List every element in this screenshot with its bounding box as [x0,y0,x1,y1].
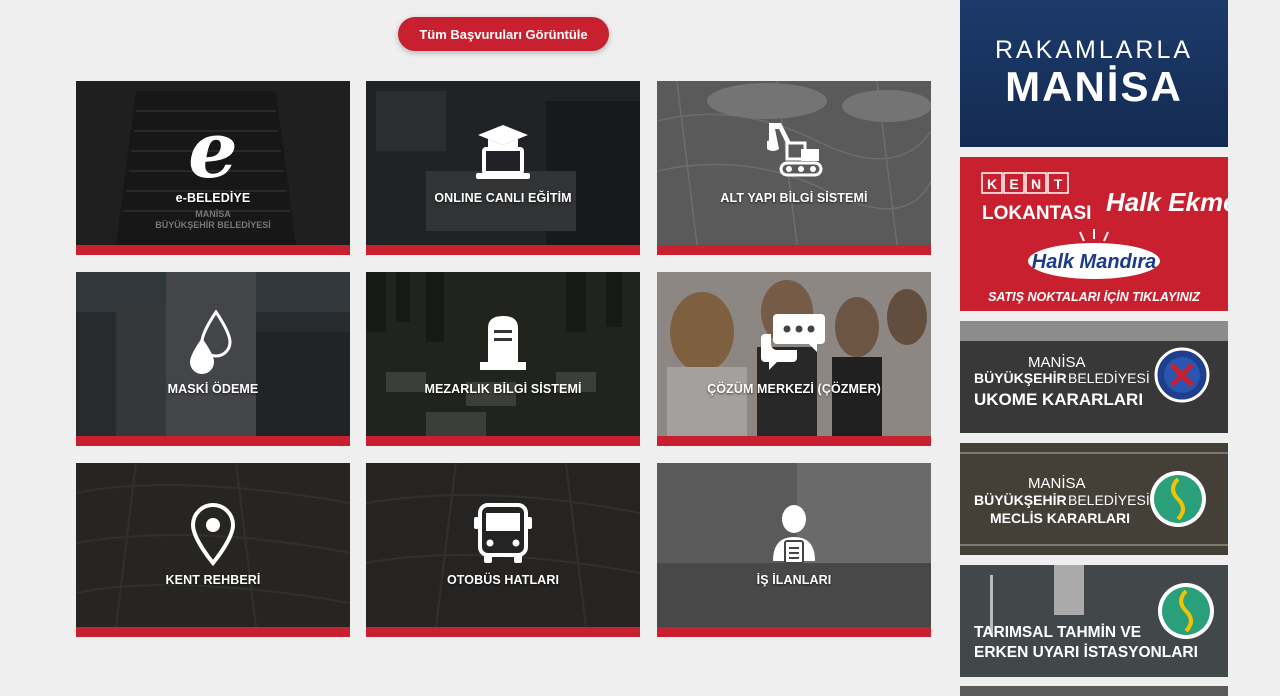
tile-cozum-merkezi[interactable]: ÇÖZÜM MERKEZİ (ÇÖZMER) [657,272,931,446]
water-drops-icon [190,310,232,374]
tile-mezarlik-bilgi-sistemi[interactable]: MEZARLIK BİLGİ SİSTEMİ [366,272,640,446]
banner-text: MECLİS KARARLARI [990,510,1130,526]
tile-online-canli-egitim[interactable]: ONLINE CANLI EĞİTİM [366,81,640,255]
banner-partial[interactable] [960,686,1228,696]
banner-text: MANİSA [1005,63,1183,110]
banner-text: RAKAMLARLA [995,36,1193,64]
e-letter-icon: e [188,119,238,185]
tile-label: MASKİ ÖDEME [167,382,259,396]
gravestone-icon [480,316,526,370]
svg-text:K: K [987,176,997,192]
svg-text:BELEDİYESİ: BELEDİYESİ [1068,491,1150,508]
view-all-applications-button[interactable]: Tüm Başvuruları Görüntüle [398,17,609,51]
svg-text:BELEDİYESİ: BELEDİYESİ [1068,369,1150,386]
tile-alt-yapi-bilgi-sistemi[interactable]: ALT YAPI BİLGİ SİSTEMİ [657,81,931,255]
banner-text: LOKANTASI [982,203,1091,224]
banner-cta: SATIŞ NOKTALARI İÇİN TIKLAYINIZ [988,289,1201,304]
banner-text: MANİSA [1028,353,1086,371]
svg-text:T: T [1054,176,1063,192]
tile-label: ALT YAPI BİLGİ SİSTEMİ [720,191,868,205]
banner-text: Halk Mandıra [1032,251,1156,273]
tile-label: e-BELEDİYE [175,191,251,205]
chat-bubbles-icon [761,314,825,370]
tile-e-belediye[interactable]: e e-BELEDİYE MANİSA BÜYÜKŞEHİR BELEDİYES… [76,81,350,255]
svg-text:N: N [1031,176,1041,192]
banner-text: UKOME KARARLARI [974,390,1143,409]
excavator-icon [767,123,823,177]
svg-text:BÜYÜKŞEHİR: BÜYÜKŞEHİR [974,370,1067,386]
tile-kent-rehberi[interactable]: KENT REHBERİ [76,463,350,637]
banner-text: MANİSA [1028,474,1086,492]
banner-ukome-kararlari[interactable]: MANİSA BÜYÜKŞEHİR BELEDİYESİ UKOME KARAR… [960,321,1228,433]
banner-text: Halk Ekmek [1106,187,1228,217]
svg-text:e: e [188,119,238,185]
svg-text:E: E [1009,176,1018,192]
tile-label: KENT REHBERİ [165,573,261,587]
tile-label: ONLINE CANLI EĞİTİM [434,191,572,205]
svg-text:BÜYÜKŞEHİR: BÜYÜKŞEHİR [974,492,1067,508]
tile-label: OTOBÜS HATLARI [446,573,560,587]
bus-icon [474,503,532,563]
banner-text: TARIMSAL TAHMİN VE [974,624,1141,641]
tile-label: İŞ İLANLARI [756,573,832,587]
banner-rakamlarla-manisa[interactable]: RAKAMLARLA MANİSA [960,0,1228,147]
banner-tarimsal-tahmin[interactable]: TARIMSAL TAHMİN VE ERKEN UYARI İSTASYONL… [960,565,1228,677]
tile-otobus-hatlari[interactable]: OTOBÜS HATLARI [366,463,640,637]
tile-label: ÇÖZÜM MERKEZİ (ÇÖZMER) [707,382,881,396]
building-sign-line2: BÜYÜKŞEHİR BELEDİYESİ [155,220,271,230]
building-sign-line1: MANİSA [195,209,231,219]
banner-kent-lokantasi[interactable]: K E N T LOKANTASI Halk Ekmek Halk Mandır… [960,157,1228,311]
tile-is-ilanlari[interactable]: İŞ İLANLARI [657,463,931,637]
banner-text: ERKEN UYARI İSTASYONLARI [974,644,1198,661]
map-pin-icon [190,502,236,567]
graduation-laptop-icon [476,125,530,179]
tile-maski-odeme[interactable]: MASKİ ÖDEME [76,272,350,446]
banner-meclis-kararlari[interactable]: MANİSA BÜYÜKŞEHİR BELEDİYESİ MECLİS KARA… [960,443,1228,555]
job-person-icon [773,505,815,564]
tile-label: MEZARLIK BİLGİ SİSTEMİ [424,382,582,396]
